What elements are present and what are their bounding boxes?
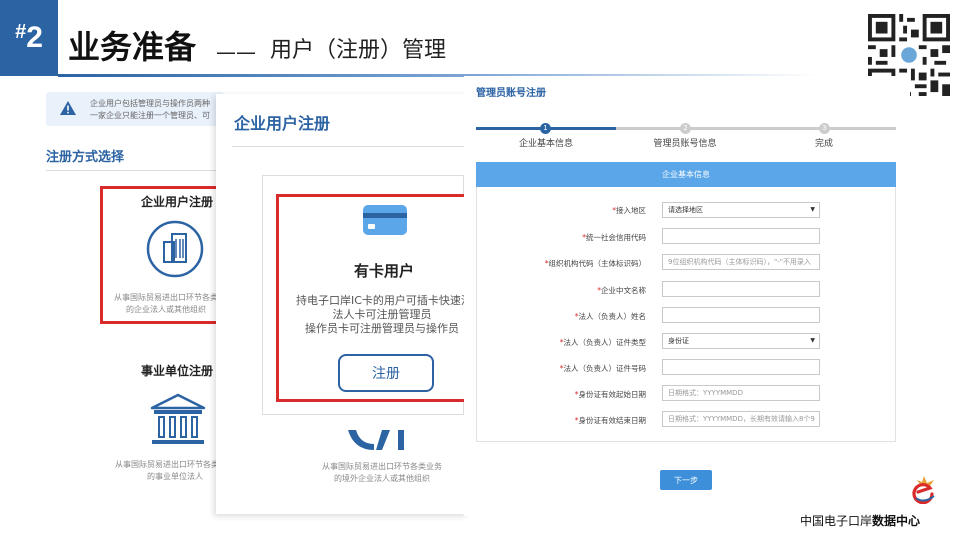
company-name-input[interactable] [662, 281, 820, 297]
slide-title: 业务准备 [68, 28, 197, 66]
field-label-region: *接入地区 [458, 205, 646, 216]
field-label-text: 身份证有效起始日期 [578, 390, 647, 399]
footer-text-bold: 数据中心 [872, 514, 921, 528]
field-label-id-type: *法人（负责人）证件类型 [458, 337, 646, 348]
field-label-id-end-date: *身份证有效结束日期 [458, 415, 646, 426]
region-select[interactable]: 请选择地区 ▼ [662, 202, 820, 218]
dropdown-caret-icon: ▼ [810, 206, 815, 213]
warning-icon [60, 101, 76, 115]
registration-method-title: 注册方式选择 [46, 150, 125, 165]
institution-building-icon [150, 393, 206, 444]
card-desc-line-2: 法人卡可注册管理员 [332, 308, 432, 321]
enterprise-desc-line-1: 从事国际贸易进出口环节各类 [114, 293, 218, 302]
field-label-text: 接入地区 [616, 206, 646, 215]
field-label-text: 组织机构代码（主体标识码） [548, 259, 647, 268]
footer-text-normal: 中国电子口岸 [800, 514, 873, 528]
enterprise-register-title: 企业用户注册 [141, 195, 214, 209]
slide-subtitle: 用户（注册）管理 [270, 38, 447, 63]
enterprise-register-desc: 从事国际贸易进出口环节各类 的企业法人或其他组织 [112, 292, 220, 316]
field-label-text: 法人（负责人）姓名 [578, 312, 647, 321]
step-1-dot: 1 [540, 123, 551, 134]
field-label-id-start-date: *身份证有效起始日期 [458, 389, 646, 400]
field-label-credit-code: *统一社会信用代码 [458, 232, 646, 243]
field-label-text: 身份证有效结束日期 [578, 416, 647, 425]
field-label-text: 统一社会信用代码 [586, 233, 646, 242]
enterprise-user-register-heading: 企业用户注册 [234, 114, 331, 133]
slide-number-badge: #2 [0, 0, 58, 76]
field-label-text: 法人（负责人）证件类型 [563, 338, 647, 347]
method-divider [46, 170, 224, 171]
id-type-select[interactable]: 身份证 ▼ [662, 333, 820, 349]
id-type-select-value: 身份证 [668, 337, 689, 345]
ic-card-icon [363, 205, 407, 235]
id-number-input[interactable] [662, 359, 820, 375]
field-label-id-number: *法人（负责人）证件号码 [458, 363, 646, 374]
region-select-value: 请选择地区 [668, 206, 703, 214]
field-label-text: 企业中文名称 [601, 286, 646, 295]
field-label-text: 法人（负责人）证件号码 [563, 364, 647, 373]
register-button[interactable]: 注册 [338, 354, 434, 392]
step-3-dot: 3 [819, 123, 830, 134]
id-end-date-input[interactable]: 日期格式：YYYYMMDD，长期有效请输入8个9 [662, 411, 820, 427]
overseas-desc-line-2: 的境外企业法人或其他组织 [334, 474, 430, 483]
footer-organization: 中国电子口岸数据中心 [800, 512, 920, 529]
id-start-date-input[interactable]: 日期格式：YYYYMMDD [662, 385, 820, 401]
form-section-header: 企业基本信息 [476, 162, 896, 187]
notice-line-2: 一家企业只能注册一个管理员、可 [90, 111, 210, 120]
institution-register-title[interactable]: 事业单位注册 [141, 362, 213, 379]
step-1-label: 企业基本信息 [518, 139, 573, 149]
building-icon [146, 220, 204, 278]
field-label-company-name: *企业中文名称 [458, 285, 646, 296]
overseas-enterprise-desc: 从事国际贸易进出口环节各类业务 的境外企业法人或其他组织 [312, 461, 452, 485]
notice-line-1: 企业用户包括管理员与操作员两种 [90, 99, 210, 108]
dropdown-caret-icon: ▼ [810, 337, 815, 344]
credit-code-input[interactable] [662, 228, 820, 244]
card-user-desc: 持电子口岸IC卡的用户可插卡快速注 法人卡可注册管理员 操作员卡可注册管理员与操… [296, 294, 472, 336]
card-desc-line-3: 操作员卡可注册管理员与操作员 [305, 322, 459, 335]
title-dash: —— [216, 40, 256, 64]
middle-divider [232, 146, 464, 147]
partial-globe-icon [348, 430, 404, 450]
slide-hash: # [15, 20, 27, 43]
step-3-label: 完成 [814, 139, 833, 149]
next-step-button[interactable]: 下一步 [660, 470, 712, 490]
field-label-org-code: *组织机构代码（主体标识码） [458, 258, 646, 269]
e-port-logo-icon [912, 476, 935, 504]
step-2-dot: 2 [680, 123, 691, 134]
field-label-legal-name: *法人（负责人）姓名 [458, 311, 646, 322]
slide-number: 2 [26, 21, 43, 54]
card-user-title: 有卡用户 [354, 262, 415, 280]
org-code-input[interactable]: 9位组织机构代码（主体标识码），"-"不用录入 [662, 254, 820, 270]
overseas-desc-line-1: 从事国际贸易进出口环节各类业务 [322, 462, 442, 471]
step-2-label: 管理员账号信息 [653, 139, 717, 149]
card-desc-line-1: 持电子口岸IC卡的用户可插卡快速注 [296, 294, 472, 307]
legal-name-input[interactable] [662, 307, 820, 323]
enterprise-desc-line-2: 的企业法人或其他组织 [126, 305, 206, 314]
notice-text: 企业用户包括管理员与操作员两种 一家企业只能注册一个管理员、可 [90, 98, 220, 122]
admin-register-title: 管理员账号注册 [476, 88, 546, 99]
